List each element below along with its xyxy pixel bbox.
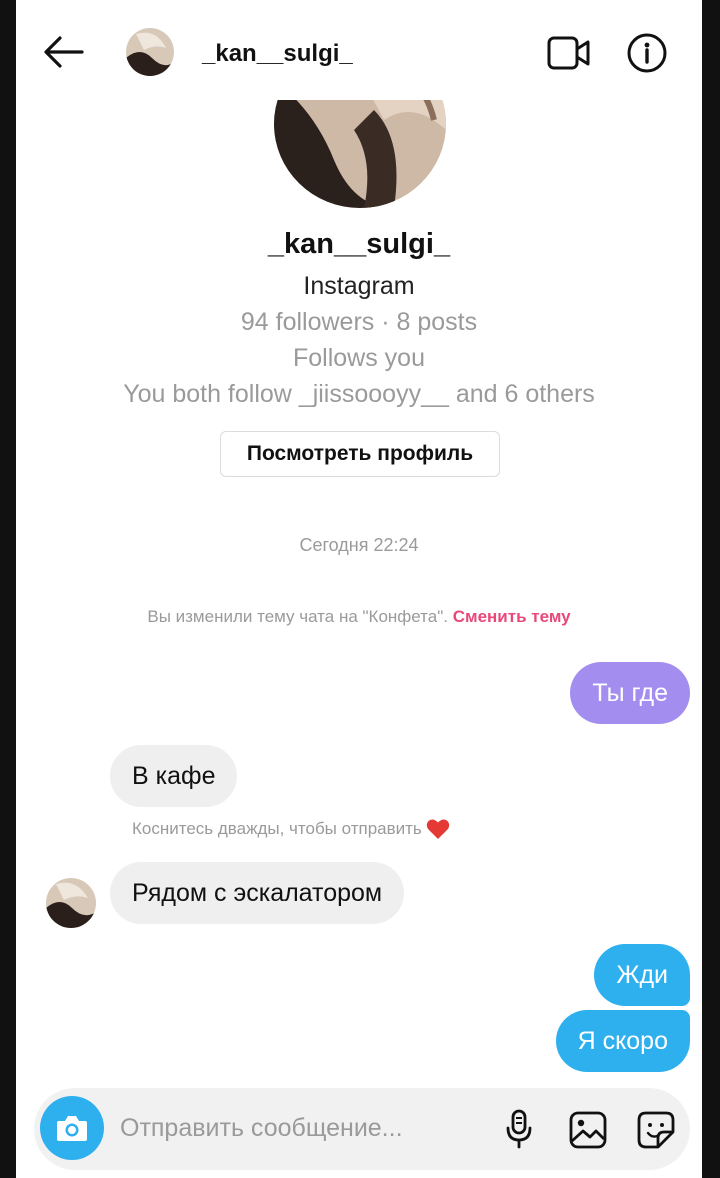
message-composer: [34, 1088, 690, 1170]
dm-screen: _kan__sulgi_ _kan__sulgi_ Instagram 94 f…: [16, 0, 702, 1178]
change-theme-link[interactable]: Сменить тему: [453, 607, 571, 626]
camera-button[interactable]: [40, 1096, 104, 1160]
mutual-followers: You both follow _jiissoooyy__ and 6 othe…: [123, 380, 595, 408]
chat-header: _kan__sulgi_: [16, 0, 702, 100]
sender-avatar[interactable]: [46, 878, 96, 928]
info-icon[interactable]: [626, 32, 668, 74]
theme-notice-text: Вы изменили тему чата на "Конфета".: [147, 607, 448, 626]
header-username[interactable]: _kan__sulgi_: [202, 40, 353, 68]
double-tap-hint-text: Коснитесь дважды, чтобы отправить: [132, 819, 422, 838]
arrow-left-icon[interactable]: [42, 34, 86, 70]
message-bubble-outgoing[interactable]: Ты где: [570, 662, 690, 724]
gallery-icon[interactable]: [568, 1110, 608, 1150]
video-camera-icon[interactable]: [546, 34, 592, 72]
theme-notice: Вы изменили тему чата на "Конфета". Смен…: [16, 607, 702, 627]
double-tap-hint[interactable]: Коснитесь дважды, чтобы отправить: [132, 818, 450, 840]
camera-icon: [57, 1116, 87, 1141]
microphone-icon[interactable]: [504, 1108, 534, 1150]
message-bubble-outgoing[interactable]: Жди: [594, 944, 690, 1006]
view-profile-button[interactable]: Посмотреть профиль: [220, 431, 500, 477]
header-avatar[interactable]: [126, 28, 174, 76]
heart-icon[interactable]: [426, 818, 450, 840]
sticker-icon[interactable]: [636, 1110, 676, 1150]
chat-timestamp: Сегодня 22:24: [299, 535, 419, 555]
message-bubble-incoming[interactable]: Рядом с эскалатором: [110, 862, 405, 924]
message-bubble-incoming[interactable]: В кафе: [110, 745, 238, 807]
profile-platform: Instagram: [303, 272, 415, 300]
message-input[interactable]: [120, 1108, 420, 1148]
message-bubble-outgoing[interactable]: Я скоро: [555, 1010, 690, 1072]
profile-name: _kan__sulgi_: [267, 228, 451, 260]
follows-you-label: Follows you: [293, 344, 425, 372]
profile-stats: 94 followers · 8 posts: [240, 308, 478, 336]
